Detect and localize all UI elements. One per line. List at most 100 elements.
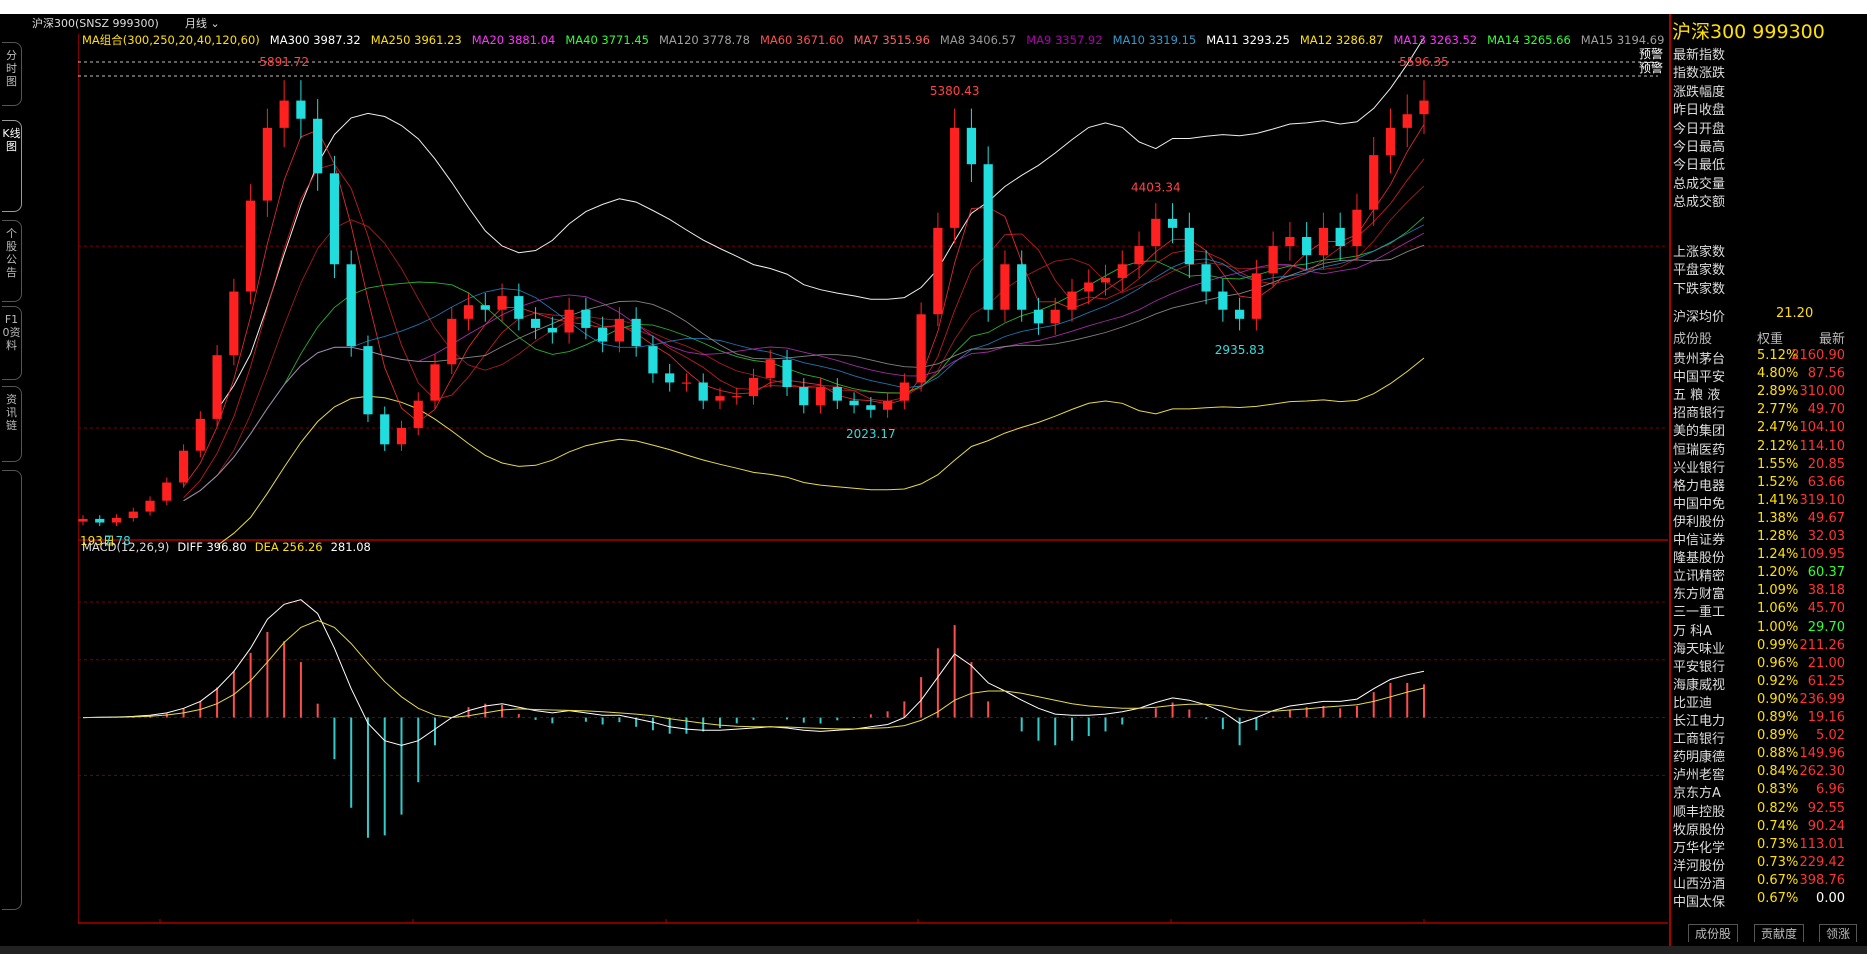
candle-body: [1017, 264, 1027, 310]
stock-name: 平安银行: [1673, 659, 1726, 675]
table-row[interactable]: 中信证券 1.28% 32.03: [1673, 529, 1867, 548]
table-row[interactable]: 立讯精密 1.20% 60.37: [1673, 565, 1867, 584]
tab-f10[interactable]: F10资料: [2, 306, 22, 380]
table-row[interactable]: 五 粮 液 2.89% 310.00: [1673, 384, 1867, 404]
candle-body: [815, 387, 826, 406]
table-row[interactable]: 山西汾酒 0.67% 398.76: [1673, 872, 1867, 892]
candle-body: [246, 200, 256, 292]
stock-price: 262.30: [1799, 764, 1846, 780]
table-row[interactable]: 贵州茅台 5.12% 2160.90: [1673, 348, 1867, 367]
stock-weight: 1.00%: [1757, 619, 1799, 635]
tab-news-chain[interactable]: 资讯链: [2, 386, 22, 462]
table-row[interactable]: 东方财富 1.09% 38.18: [1673, 583, 1867, 603]
table-row[interactable]: 万 科A 1.00% 29.70: [1673, 619, 1867, 639]
stock-name: 海天味业: [1673, 641, 1726, 657]
quote-label: 总成交量: [1673, 176, 1726, 192]
stock-price: 60.37: [1807, 565, 1845, 581]
candle-body: [614, 318, 625, 342]
table-row[interactable]: 万华化学 0.73% 113.01: [1673, 836, 1867, 856]
table-row[interactable]: 恒瑞医药 2.12% 114.10: [1673, 438, 1867, 458]
table-row[interactable]: 伊利股份 1.38% 49.67: [1673, 511, 1867, 530]
stock-price: 61.25: [1807, 673, 1845, 689]
candle-body: [1385, 127, 1396, 156]
tab-announcements[interactable]: 个股公告: [2, 220, 22, 302]
macd-legend-item: MACD(12,26,9): [82, 540, 170, 554]
tab-leaders[interactable]: 领涨: [1819, 924, 1858, 942]
table-row[interactable]: 京东方A 0.83% 6.96: [1673, 782, 1867, 801]
ma-legend-item: MA250 3961.23: [370, 33, 462, 47]
stock-name: 东方财富: [1673, 587, 1726, 603]
table-row[interactable]: 洋河股份 0.73% 229.42: [1673, 854, 1867, 874]
stock-name: 中国太保: [1673, 895, 1726, 910]
table-row[interactable]: 比亚迪 0.90% 236.99: [1673, 692, 1867, 711]
avg-price-label: 沪深均价: [1673, 310, 1726, 325]
price-annotation: 5596.35: [1399, 55, 1449, 69]
stock-price: 92.55: [1807, 800, 1845, 816]
candle-body: [480, 305, 490, 310]
table-row[interactable]: 中国太保 0.67% 0.00: [1673, 891, 1867, 910]
table-row[interactable]: 隆基股份 1.24% 109.95: [1673, 547, 1867, 566]
stock-name: 伊利股份: [1673, 514, 1726, 530]
stock-price: 38.18: [1807, 583, 1845, 599]
stock-weight: 1.55%: [1757, 456, 1799, 472]
macd-histogram: [98, 625, 1425, 838]
stock-name: 长江电力: [1673, 714, 1726, 729]
table-row[interactable]: 海天味业 0.99% 211.26: [1673, 638, 1867, 657]
table-row[interactable]: 泸州老窖 0.84% 262.30: [1673, 764, 1867, 783]
candle-body: [212, 355, 222, 419]
quote-label: 今日最低: [1673, 158, 1726, 174]
tab-f10-label: F10资料: [2, 313, 21, 352]
tab-contribution[interactable]: 贡献度: [1754, 924, 1805, 942]
table-row[interactable]: 海康威视 0.92% 61.25: [1673, 673, 1867, 693]
stock-price: 45.70: [1807, 601, 1845, 617]
candle-body: [95, 518, 105, 523]
table-row[interactable]: 招商银行 2.77% 49.70: [1673, 402, 1867, 421]
table-row[interactable]: 美的集团 2.47% 104.10: [1673, 420, 1867, 439]
alert-label: 预警: [1639, 46, 1663, 61]
period-selector[interactable]: 月线 ⌄: [185, 15, 220, 31]
table-row[interactable]: 中国平安 4.80% 87.56: [1673, 366, 1867, 385]
candle-body: [497, 296, 507, 310]
candle-body: [1117, 264, 1127, 278]
kline-chart[interactable]: 4000.002000.001000.00500.00000.00-500.00…: [78, 34, 1669, 924]
stock-price: 398.76: [1799, 872, 1846, 888]
table-row[interactable]: 格力电器 1.52% 63.66: [1673, 475, 1867, 494]
tab-kline[interactable]: K线图: [2, 120, 22, 212]
table-row[interactable]: 平安银行 0.96% 21.00: [1673, 656, 1867, 675]
table-row[interactable]: 牧原股份 0.74% 90.24: [1673, 819, 1867, 838]
price-annotation: 2935.83: [1215, 343, 1265, 357]
table-row[interactable]: 兴业银行 1.55% 20.85: [1673, 456, 1867, 476]
stock-price: 229.42: [1799, 854, 1846, 870]
candle-body: [1067, 291, 1077, 310]
moving-average-line: [183, 124, 1425, 487]
stock-price: 114.10: [1799, 438, 1846, 454]
table-row[interactable]: 三一重工 1.06% 45.70: [1673, 601, 1867, 620]
ma-legend-item: MA40 3771.45: [565, 33, 649, 47]
ma-legend-item: MA11 3293.25: [1206, 33, 1290, 47]
candle-body: [1167, 218, 1178, 228]
ma-legend-item: MA组合(300,250,20,40,120,60): [82, 33, 260, 47]
bottom-tab-strip: [0, 946, 1867, 954]
stock-weight: 2.89%: [1757, 384, 1799, 400]
table-row[interactable]: 顺丰控股 0.82% 92.55: [1673, 800, 1867, 820]
candle-body: [1050, 309, 1060, 324]
stock-name: 牧原股份: [1673, 822, 1726, 838]
stock-price: 113.01: [1799, 836, 1846, 852]
security-title[interactable]: 沪深300(SNSZ 999300): [32, 15, 159, 31]
stock-weight: 1.28%: [1757, 529, 1799, 544]
alert-label: 预警: [1639, 60, 1663, 75]
stock-price: 109.95: [1799, 547, 1846, 563]
table-row[interactable]: 中国中免 1.41% 319.10: [1673, 493, 1867, 512]
stock-price: 20.85: [1807, 456, 1845, 472]
stock-name: 海康威视: [1673, 677, 1726, 693]
candle-body: [983, 164, 993, 310]
table-row[interactable]: 工商银行 0.89% 5.02: [1673, 728, 1867, 747]
stock-weight: 1.06%: [1757, 601, 1799, 617]
macd-legend-item: 281.08: [330, 540, 371, 554]
tab-constituents[interactable]: 成份股: [1688, 924, 1739, 942]
table-row[interactable]: 药明康德 0.88% 149.96: [1673, 746, 1867, 765]
tab-intraday[interactable]: 分时图: [2, 42, 22, 106]
table-row[interactable]: 长江电力 0.89% 19.16: [1673, 710, 1867, 729]
stock-name: 五 粮 液: [1673, 388, 1721, 404]
stock-name: 比亚迪: [1673, 695, 1713, 711]
